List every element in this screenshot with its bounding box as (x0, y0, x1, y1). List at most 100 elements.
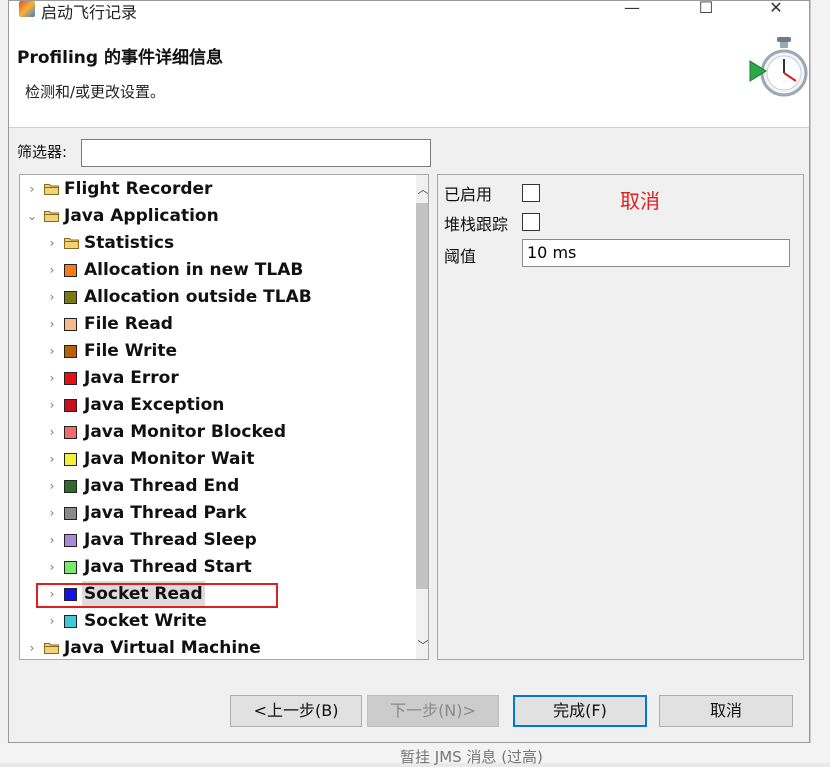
event-color-swatch-icon (64, 291, 77, 304)
page-description: 检测和/或更改设置。 (25, 83, 166, 101)
folder-icon (44, 184, 59, 195)
stacktrace-checkbox[interactable] (522, 213, 540, 231)
chevron-right-icon[interactable]: › (26, 176, 38, 203)
event-color-swatch-icon (64, 318, 77, 331)
wizard-header: Profiling 的事件详细信息 检测和/或更改设置。 (9, 23, 809, 128)
close-button[interactable]: ✕ (761, 0, 791, 21)
tree-item[interactable]: › Java Exception (20, 392, 412, 419)
tree-item[interactable]: › Java Thread Sleep (20, 527, 412, 554)
event-color-swatch-icon (64, 561, 77, 574)
filter-label: 筛选器: (17, 143, 68, 161)
background-list-item: 暂挂 JMS 消息 (过高) (400, 748, 543, 766)
tree-item[interactable]: › Statistics (20, 230, 412, 257)
chevron-right-icon[interactable]: › (46, 365, 58, 392)
tree-item[interactable]: › File Write (20, 338, 412, 365)
maximize-button[interactable]: ☐ (691, 0, 721, 21)
background-app-right (810, 0, 830, 763)
tree-item[interactable]: › Socket Write (20, 608, 412, 635)
cancel-annotation: 取消 (620, 189, 660, 213)
back-button[interactable]: <上一步(B) (230, 695, 362, 727)
stacktrace-label: 堆栈跟踪 (444, 215, 509, 234)
tree-item[interactable]: ⌄ Java Application (20, 203, 412, 230)
stopwatch-play-icon (749, 37, 808, 97)
selection-highlight-box (36, 583, 278, 608)
folder-icon (64, 238, 79, 249)
chevron-right-icon[interactable]: › (26, 635, 38, 659)
minimize-button[interactable]: — (617, 0, 647, 21)
tree-scrollbar-thumb[interactable] (416, 203, 428, 589)
chevron-right-icon[interactable]: › (46, 257, 58, 284)
tree-item-label: Java Thread Sleep (84, 530, 257, 550)
tree-item-label: Java Error (84, 368, 179, 388)
tree-item[interactable]: › Java Monitor Wait (20, 446, 412, 473)
event-color-swatch-icon (64, 345, 77, 358)
finish-button[interactable]: 完成(F) (513, 695, 647, 727)
tree-item[interactable]: › Java Virtual Machine (20, 635, 412, 659)
folder-icon (44, 211, 59, 222)
tree-item-label: Allocation in new TLAB (84, 260, 304, 280)
scroll-up-arrow-icon[interactable]: ︿ (416, 181, 429, 197)
chevron-right-icon[interactable]: › (46, 284, 58, 311)
tree-item-label: Java Thread Start (84, 557, 252, 577)
app-icon (19, 1, 35, 17)
settings-panel: 已启用 堆栈跟踪 阈值 10 ms 取消 (437, 174, 804, 660)
filter-input[interactable] (81, 139, 431, 167)
event-color-swatch-icon (64, 264, 77, 277)
background-app-left (0, 0, 8, 763)
tree-item-label: Java Virtual Machine (64, 638, 261, 658)
tree-item[interactable]: › File Read (20, 311, 412, 338)
tree-item-label: Java Thread End (84, 476, 240, 496)
event-tree: › Java Virtual Machine › Socket Write › Socke… (19, 174, 429, 660)
page-title: Profiling 的事件详细信息 (17, 48, 223, 68)
tree-item-label: Java Exception (84, 395, 225, 415)
event-color-swatch-icon (64, 426, 77, 439)
event-color-swatch-icon (64, 615, 77, 628)
event-color-swatch-icon (64, 507, 77, 520)
chevron-right-icon[interactable]: › (46, 608, 58, 635)
chevron-right-icon[interactable]: › (46, 500, 58, 527)
next-button[interactable]: 下一步(N)> (367, 695, 499, 727)
tree-item[interactable]: › Allocation in new TLAB (20, 257, 412, 284)
cancel-button[interactable]: 取消 (659, 695, 793, 727)
tree-item[interactable]: › Java Monitor Blocked (20, 419, 412, 446)
event-color-swatch-icon (64, 399, 77, 412)
tree-item[interactable]: › Java Thread Park (20, 500, 412, 527)
tree-item[interactable]: › Flight Recorder (20, 176, 412, 203)
tree-item-label: File Write (84, 341, 178, 361)
scroll-down-arrow-icon[interactable]: ﹀ (416, 637, 429, 653)
tree-item[interactable]: › Allocation outside TLAB (20, 284, 412, 311)
event-color-swatch-icon (64, 534, 77, 547)
tree-item[interactable]: › Java Thread End (20, 473, 412, 500)
tree-item-label: Java Application (64, 206, 219, 226)
chevron-down-icon[interactable]: ⌄ (26, 203, 38, 230)
threshold-label: 阈值 (444, 247, 477, 266)
tree-item[interactable]: › Java Error (20, 365, 412, 392)
tree-item-label: Java Thread Park (84, 503, 247, 523)
dialog: 启动飞行记录 — ☐ ✕ Profiling 的事件详细信息 检测和/或更改设置… (8, 0, 810, 743)
tree-item-label: Socket Write (84, 611, 207, 631)
chevron-right-icon[interactable]: › (46, 311, 58, 338)
tree-item-label: Flight Recorder (64, 179, 213, 199)
enabled-label: 已启用 (444, 185, 493, 204)
threshold-input[interactable]: 10 ms (522, 239, 790, 267)
chevron-right-icon[interactable]: › (46, 338, 58, 365)
chevron-right-icon[interactable]: › (46, 419, 58, 446)
title-bar: 启动飞行记录 — ☐ ✕ (9, 0, 809, 23)
folder-icon (44, 643, 59, 654)
event-color-swatch-icon (64, 453, 77, 466)
chevron-right-icon[interactable]: › (46, 554, 58, 581)
chevron-right-icon[interactable]: › (46, 392, 58, 419)
chevron-right-icon[interactable]: › (46, 446, 58, 473)
tree-item-label: File Read (84, 314, 173, 334)
tree-item[interactable]: › Java Thread Start (20, 554, 412, 581)
event-color-swatch-icon (64, 480, 77, 493)
tree-item-label: Java Monitor Blocked (84, 422, 286, 442)
tree-item-label: Allocation outside TLAB (84, 287, 312, 307)
event-color-swatch-icon (64, 372, 77, 385)
chevron-right-icon[interactable]: › (46, 473, 58, 500)
chevron-right-icon[interactable]: › (46, 230, 58, 257)
tree-item-label: Java Monitor Wait (84, 449, 255, 469)
enabled-checkbox[interactable] (522, 184, 540, 202)
window-title: 启动飞行记录 (41, 3, 138, 22)
chevron-right-icon[interactable]: › (46, 527, 58, 554)
